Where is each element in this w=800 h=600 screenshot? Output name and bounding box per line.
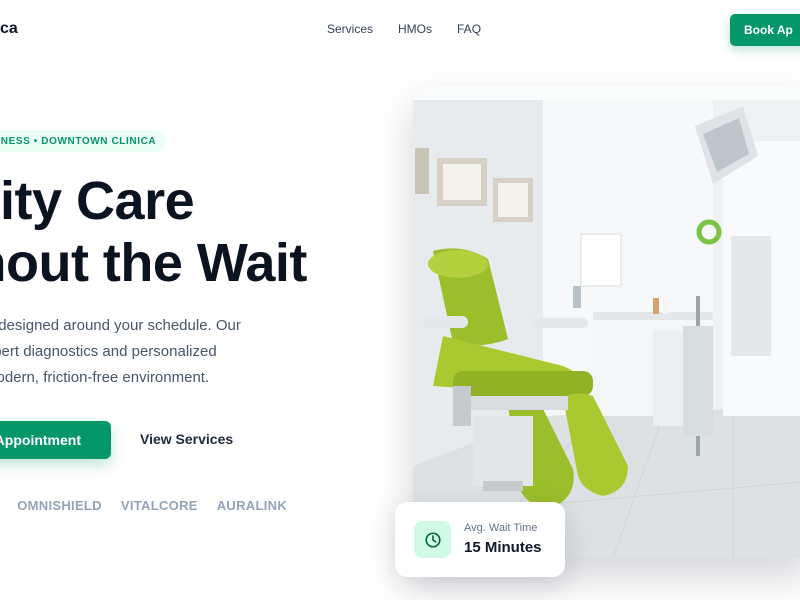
- nav-faq-link[interactable]: FAQ: [457, 22, 481, 36]
- nav-hmos-link[interactable]: HMOs: [398, 22, 432, 36]
- nav-services-link[interactable]: Services: [327, 22, 373, 36]
- landing-page: ca Services HMOs FAQ Book Ap GY & WELLNE…: [0, 0, 800, 600]
- main-nav: Services HMOs FAQ: [327, 22, 481, 36]
- clock-icon: [414, 521, 451, 558]
- partner-logos: T OMNISHIELD VITALCORE AURALINK: [0, 498, 287, 513]
- description-line-3: lans in a modern, friction-free environm…: [0, 369, 210, 386]
- hero-tag: GY & WELLNESS • DOWNTOWN CLINICA: [0, 130, 167, 152]
- clinic-room-illustration: [413, 86, 800, 558]
- book-appointment-header-button[interactable]: Book Ap: [730, 14, 800, 46]
- hero-description: healthcare designed around your schedule…: [0, 313, 344, 391]
- wait-time-label: Avg. Wait Time: [464, 522, 538, 534]
- brand-logo[interactable]: ca: [0, 20, 18, 38]
- hero-headline: ality Care thout the Wait: [0, 170, 307, 294]
- book-appointment-button[interactable]: Appointment: [0, 421, 111, 459]
- partner-logo-vitalcore: VITALCORE: [120, 498, 198, 513]
- partner-logo-omnishield: OMNISHIELD: [17, 498, 102, 513]
- clinic-room-photo: [413, 86, 800, 558]
- view-services-button[interactable]: View Services: [140, 431, 233, 447]
- headline-line-2: thout the Wait: [0, 233, 307, 293]
- description-line-2: provide expert diagnostics and personali…: [0, 343, 217, 360]
- description-line-1: healthcare designed around your schedule…: [0, 317, 241, 334]
- headline-line-1: ality Care: [0, 171, 195, 231]
- partner-logo-auralink: AURALINK: [216, 498, 288, 513]
- wait-time-card: Avg. Wait Time 15 Minutes: [395, 502, 565, 577]
- wait-time-value: 15 Minutes: [464, 539, 542, 556]
